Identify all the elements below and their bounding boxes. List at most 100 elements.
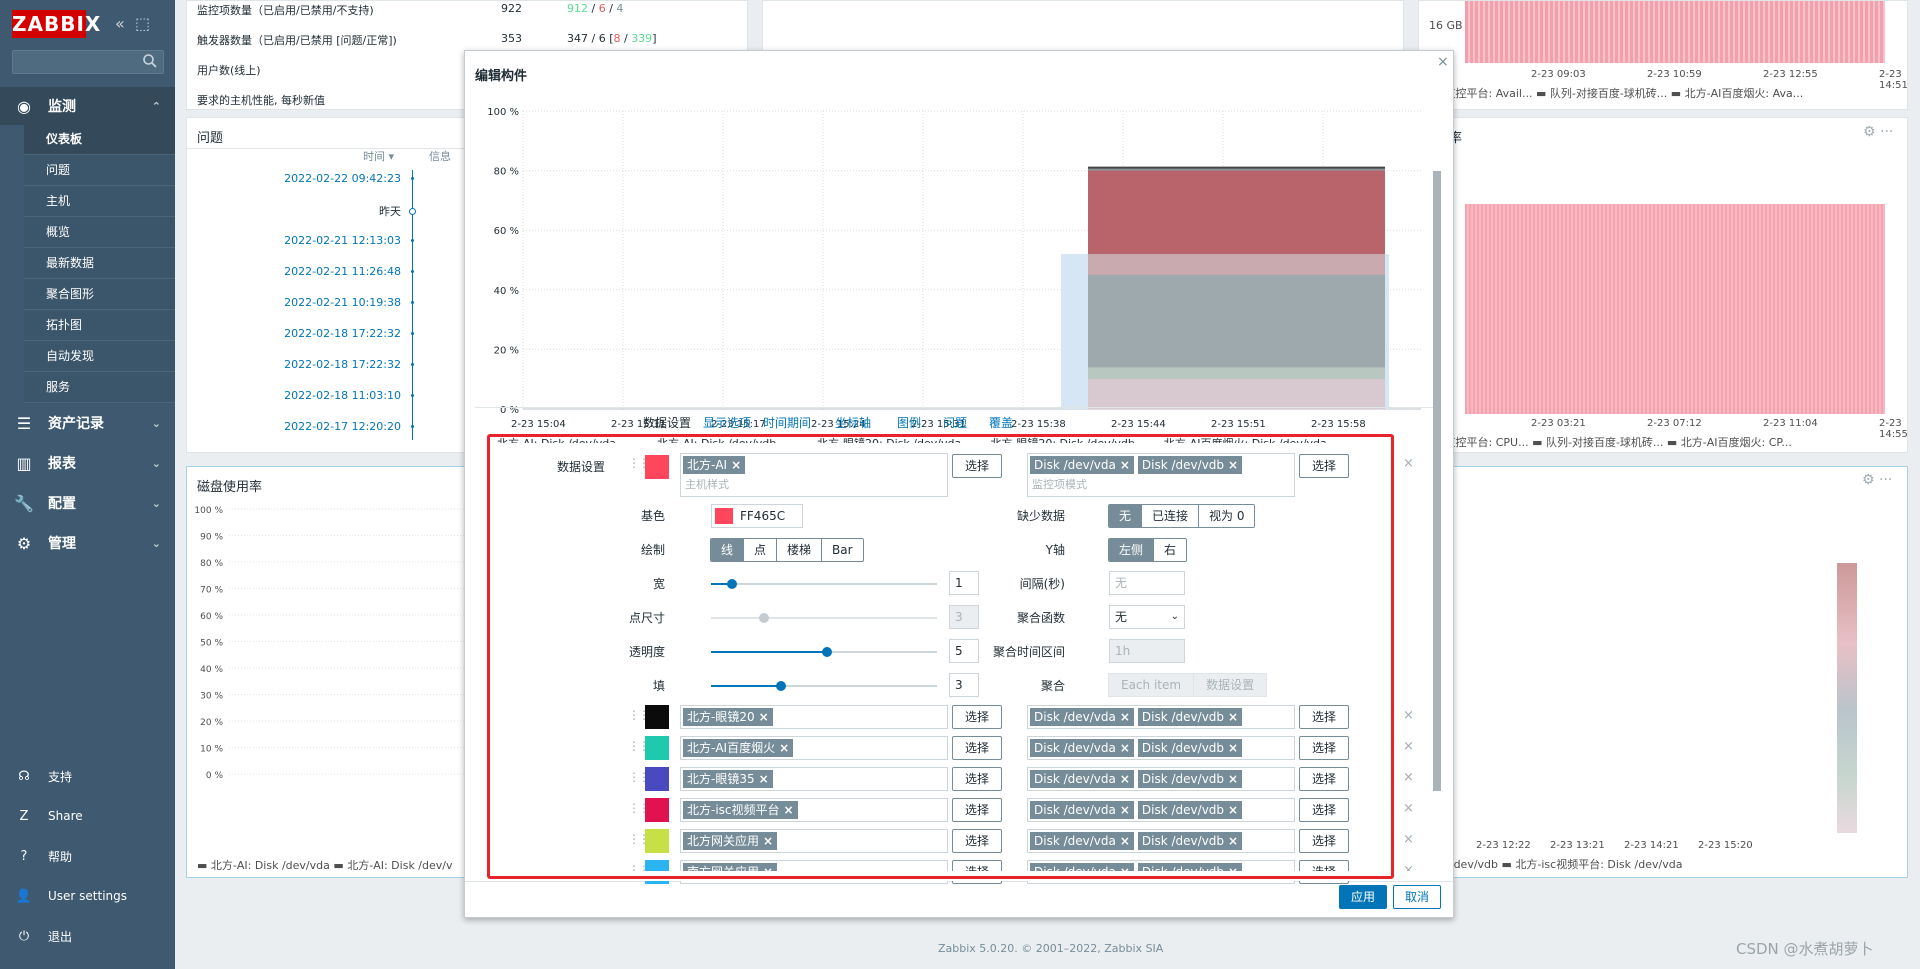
sidebar-item-3[interactable]: 概览 bbox=[24, 217, 175, 248]
disk-usage-title: 磁盘使用率 bbox=[197, 480, 263, 495]
problem-time[interactable]: 2022-02-21 11:26:48 bbox=[284, 265, 401, 278]
chevron-down-icon: ⌄ bbox=[151, 456, 161, 470]
preview-x-tick: 2-23 15:51 bbox=[1211, 419, 1266, 430]
tab-5[interactable]: 问题 bbox=[943, 414, 967, 431]
disk-y-tick: 50 % bbox=[200, 639, 223, 649]
share-link[interactable]: Z Share bbox=[0, 796, 175, 836]
apply-button[interactable]: 应用 bbox=[1339, 885, 1387, 909]
problem-time[interactable]: 2022-02-18 17:22:32 bbox=[284, 327, 401, 340]
cpu-x-tick: 2-23 07:12 bbox=[1647, 418, 1702, 429]
cancel-button[interactable]: 取消 bbox=[1393, 885, 1441, 909]
edit-widget-dialog: 编辑构件 × 100 % 80 % 60 % 40 % 20 % 0 % 2-23 15:0… bbox=[464, 50, 1454, 918]
problem-time[interactable]: 2022-02-17 12:20:20 bbox=[284, 420, 401, 433]
disk-y-tick: 100 % bbox=[194, 506, 223, 516]
remove-dataset-icon[interactable]: × bbox=[1403, 832, 1414, 847]
help-link[interactable]: ? 帮助 bbox=[0, 836, 175, 876]
stats-d4: ] bbox=[652, 32, 657, 45]
preview-y-tick: 80 % bbox=[494, 167, 519, 178]
menu-reports[interactable]: ▥ 报表 ⌄ bbox=[0, 444, 175, 482]
share-icon: Z bbox=[19, 808, 29, 824]
problem-time[interactable]: 2022-02-21 12:13:03 bbox=[284, 234, 401, 247]
problem-time[interactable]: 2022-02-18 11:03:10 bbox=[284, 389, 401, 402]
sidebar-item-8[interactable]: 服务 bbox=[24, 372, 175, 403]
close-icon[interactable]: × bbox=[1437, 54, 1449, 70]
stats-key: 用户数(线上) bbox=[197, 64, 261, 77]
stats-d1: 347 / 6 [ bbox=[567, 32, 614, 45]
wrench-icon: 🔧 bbox=[14, 493, 34, 513]
sidebar-item-7[interactable]: 自动发现 bbox=[24, 341, 175, 372]
logout-link[interactable]: ⏻ 退出 bbox=[0, 916, 175, 956]
remove-dataset-icon[interactable]: × bbox=[1403, 801, 1414, 816]
sidebar-item-0[interactable]: 仪表板 bbox=[24, 124, 175, 155]
sidebar-item-2[interactable]: 主机 bbox=[24, 186, 175, 217]
collapse-sidebar-icon[interactable]: « ⬚ bbox=[115, 14, 150, 33]
preview-chart: 100 %80 %60 %40 %20 %0 %2-23 15:04 2-23 1… bbox=[487, 107, 1421, 443]
problems-title: 问题 bbox=[197, 131, 224, 146]
cpu-x-tick: 2-23 11:04 bbox=[1763, 418, 1818, 429]
memory-x-tick: 2-23 12:55 bbox=[1763, 69, 1818, 80]
menu-configuration[interactable]: 🔧 配置 ⌄ bbox=[0, 484, 175, 522]
disk-y-tick: 90 % bbox=[200, 533, 223, 543]
memory-x-tick: 2-23 10:59 bbox=[1647, 69, 1702, 80]
sidebar-item-1[interactable]: 问题 bbox=[24, 155, 175, 186]
problem-time[interactable]: 2022-02-21 10:19:38 bbox=[284, 296, 401, 309]
menu-administration[interactable]: ⚙ 管理 ⌄ bbox=[0, 524, 175, 562]
preview-y-tick: 40 % bbox=[494, 286, 519, 297]
stats-d3: 4 bbox=[616, 2, 624, 15]
tab-2[interactable]: 时间期间 bbox=[763, 414, 811, 431]
right-disk-x-tick: 2-23 12:22 bbox=[1476, 840, 1531, 851]
preview-series-area bbox=[1088, 379, 1385, 409]
sep: / bbox=[605, 2, 617, 15]
highlight-box bbox=[487, 434, 1394, 879]
zabbix-logo[interactable]: ZABBIX bbox=[12, 10, 100, 38]
gear-icon[interactable]: ⚙ ··· bbox=[1863, 124, 1893, 140]
gear-icon[interactable]: ⚙ ··· bbox=[1862, 472, 1892, 488]
problem-time[interactable]: 2022-02-18 17:22:32 bbox=[284, 358, 401, 371]
cpu-widget: 使用率 ⚙ ··· bbix监控平台: CPU... ▬ 队列-对接百度-球机砖… bbox=[1418, 117, 1908, 453]
bar-chart-icon: ▥ bbox=[16, 453, 32, 473]
cpu-x-tick: 2-23 03:21 bbox=[1531, 418, 1586, 429]
menu-monitoring[interactable]: ◉ 监测 ⌃ bbox=[0, 87, 175, 125]
sidebar-item-4[interactable]: 最新数据 bbox=[24, 248, 175, 279]
chevron-up-icon: ⌃ bbox=[151, 99, 161, 113]
remove-dataset-icon[interactable]: × bbox=[1403, 708, 1414, 723]
problem-time[interactable]: 2022-02-22 09:42:23 bbox=[284, 172, 401, 185]
time-column-header[interactable]: 时间 ▾ bbox=[363, 148, 394, 164]
cpu-area bbox=[1465, 204, 1885, 414]
memory-area bbox=[1465, 1, 1885, 63]
disk-y-tick: 10 % bbox=[200, 745, 223, 755]
memory-legend: bbix监控平台: Avail... ▬ 队列-对接百度-球机砖... ▬ 北方… bbox=[1421, 87, 1804, 100]
tab-6[interactable]: 覆盖 bbox=[989, 414, 1013, 431]
tab-4[interactable]: 图例 bbox=[897, 414, 921, 431]
right-disk-x-tick: 2-23 15:20 bbox=[1698, 840, 1753, 851]
preview-y-tick: 20 % bbox=[494, 345, 519, 356]
support-link[interactable]: ☊ 支持 bbox=[0, 756, 175, 796]
stats-detail: 912 / 6 / 4 bbox=[567, 2, 623, 15]
help-icon: ? bbox=[20, 848, 28, 864]
timeline-dot bbox=[409, 208, 416, 215]
user-settings-link[interactable]: 👤 User settings bbox=[0, 876, 175, 916]
tab-1[interactable]: 显示选项 bbox=[703, 414, 751, 431]
disk-y-tick: 60 % bbox=[200, 612, 223, 622]
sidebar-item-5[interactable]: 聚合图形 bbox=[24, 279, 175, 310]
preview-x-tick: 2-23 15:44 bbox=[1111, 419, 1166, 430]
sidebar-item-6[interactable]: 拓扑图 bbox=[24, 310, 175, 341]
preview-series-area bbox=[1088, 274, 1385, 368]
menu-inventory[interactable]: ☰ 资产记录 ⌄ bbox=[0, 404, 175, 442]
remove-dataset-icon[interactable]: × bbox=[1403, 739, 1414, 754]
preview-x-tick: 2-23 15:38 bbox=[1011, 419, 1066, 430]
sep: / bbox=[588, 2, 599, 15]
timeline-dot bbox=[411, 177, 414, 180]
timeline-dot bbox=[411, 301, 414, 304]
problem-time[interactable]: 昨天 bbox=[379, 203, 401, 219]
search-icon[interactable] bbox=[142, 53, 158, 69]
tab-3[interactable]: 坐标轴 bbox=[835, 414, 871, 431]
right-chart-strip bbox=[1837, 563, 1857, 833]
dialog-scrollbar[interactable] bbox=[1433, 171, 1441, 791]
right-disk-x-tick: 2-23 13:21 bbox=[1550, 840, 1605, 851]
stats-key: 监控项数量（已启用/已禁用/不支持) bbox=[197, 4, 374, 17]
remove-dataset-icon[interactable]: × bbox=[1403, 770, 1414, 785]
preview-x-tick: 2-23 15:04 bbox=[511, 419, 566, 430]
preview-series-area bbox=[1088, 254, 1385, 275]
remove-dataset-icon[interactable]: × bbox=[1403, 456, 1414, 471]
